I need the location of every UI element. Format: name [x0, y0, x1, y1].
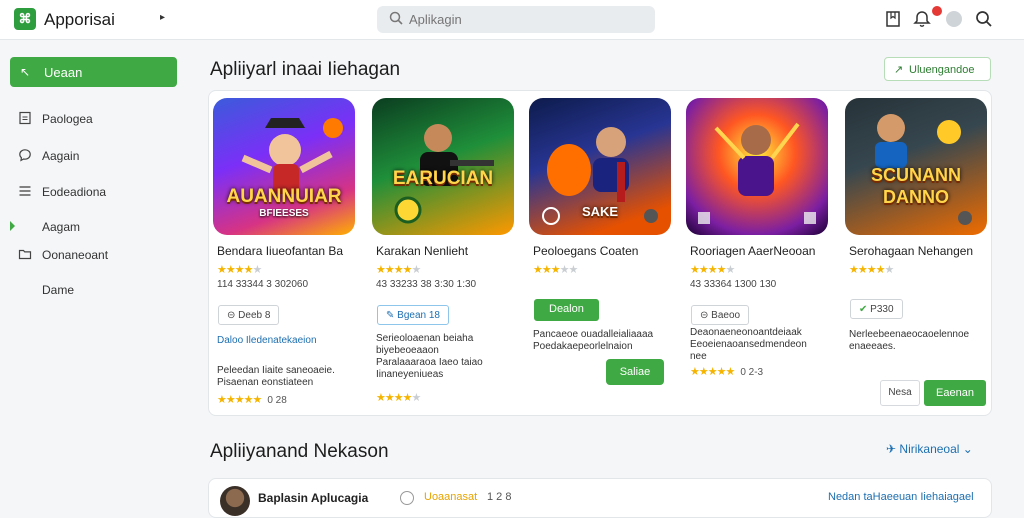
- search-icon: [389, 11, 403, 25]
- sidebar-primary-button[interactable]: ↖ Ueaan: [10, 57, 177, 87]
- sidebar-item-eodeadiona[interactable]: Eodeadiona: [0, 178, 190, 206]
- app-icon-image[interactable]: EARUCIAN: [372, 98, 514, 235]
- rating-stars: ★★★★★: [690, 264, 735, 276]
- bottom-rating-text: 0 2-3: [740, 367, 764, 378]
- app-description: Pancaeoe ouadalleialiaaaa Poedakaepeorle…: [533, 329, 654, 352]
- app-meta: 43 33233 38 3:30 1:30: [376, 279, 477, 290]
- back-arrow-icon: ↖: [20, 65, 31, 79]
- sidebar-item-label: Aagain: [42, 149, 80, 163]
- app-tag-chip[interactable]: ⊝ Baeoo: [691, 305, 750, 325]
- app-description: Serieoloaenan beiaha biyebeoeaaon Parala…: [376, 333, 483, 380]
- chip-label: P330: [870, 304, 894, 315]
- search-icon[interactable]: [974, 9, 994, 29]
- row-app-name[interactable]: Baplasin Aplucagia: [258, 491, 368, 505]
- user-avatar[interactable]: [946, 11, 962, 27]
- sidebar-primary-label: Ueaan: [44, 65, 83, 80]
- app-description: Deaonaeneonoantdeiaak Eeoeienaoansedmend…: [690, 327, 807, 362]
- app-description: Peleedan Iiaite saneoaeie. Pisaenan eons…: [217, 365, 335, 388]
- app-tag-chip[interactable]: ✎ Bgean 18: [377, 305, 449, 325]
- previous-button[interactable]: Nesa: [880, 380, 920, 406]
- app-action-button[interactable]: Dealon: [534, 299, 599, 321]
- folder-icon: [18, 249, 32, 260]
- rating-stars: ★★★★★: [533, 264, 578, 276]
- app-icon-image[interactable]: AUANNUIAR BFIEESES: [213, 98, 355, 235]
- sidebar-item-label: Oonaneoant: [42, 248, 109, 262]
- sidebar-item-label: Aagam: [42, 220, 81, 234]
- rating-stars: ★★★★★: [217, 264, 262, 276]
- notification-badge: [932, 6, 942, 16]
- app-icon-image[interactable]: SAKE: [529, 98, 671, 235]
- search-input[interactable]: [409, 10, 639, 29]
- list-icon: [19, 186, 31, 196]
- app-name[interactable]: Bendara Iiueofantan Ba: [217, 244, 343, 258]
- document-icon: [19, 111, 31, 125]
- app-list-row[interactable]: Baplasin Aplucagia Uoaanasat 1 2 8 Nedan…: [208, 478, 992, 518]
- install-button[interactable]: Saliae: [606, 359, 664, 385]
- sidebar-item-label: Dame: [42, 283, 75, 297]
- sort-dropdown[interactable]: ✈ Nirikaneoal ⌄: [886, 442, 973, 456]
- sidebar-item-oonaneoant[interactable]: Oonaneoant: [0, 241, 190, 269]
- row-status: Uoaanasat: [424, 491, 478, 503]
- sidebar-item-label: Paologea: [42, 112, 93, 126]
- app-tag-chip[interactable]: ⊝ Deeb 8: [218, 305, 280, 325]
- rating-stars: ★★★★★: [849, 264, 894, 276]
- app-art-title: EARUCIAN: [392, 168, 494, 189]
- sidebar-item-paologea[interactable]: Paologea: [0, 105, 190, 133]
- hero-illustration-icon: [394, 124, 494, 224]
- chip-label: Baeoo: [711, 310, 741, 321]
- app-art-title: SAKE: [581, 204, 619, 219]
- chat-bubble-icon: [19, 149, 31, 162]
- section-title: Apliiyanand Nekason: [210, 441, 389, 462]
- hero-illustration-icon: [698, 122, 816, 224]
- app-name[interactable]: Serohagaan Nehangen: [849, 244, 973, 258]
- bottom-rating-stars: ★★★★★ 0 28: [217, 394, 287, 406]
- app-art-subtitle: BFIEESES: [259, 208, 309, 219]
- view-all-label: Uluengandoe: [909, 64, 975, 76]
- app-icon-image[interactable]: [686, 98, 828, 235]
- bookmark-icon[interactable]: [884, 9, 904, 29]
- app-description: Nerleebeenaeocaoelennoe enaeeaes.: [849, 329, 970, 352]
- sidebar-item-label: Eodeadiona: [42, 185, 107, 199]
- notification-bell-icon[interactable]: [912, 9, 932, 29]
- top-bar: ⌘ Apporisai ▸: [0, 0, 1024, 40]
- view-all-button[interactable]: ↗ Uluengandoe: [884, 57, 991, 81]
- sidebar-item-aagam[interactable]: Aagam: [0, 213, 190, 241]
- active-indicator-icon: [10, 221, 15, 231]
- arrow-up-right-icon: ↗: [894, 64, 904, 76]
- app-link[interactable]: Daloo Iledenatekaeion: [217, 335, 317, 346]
- app-art-title: AUANNUIAR: [226, 186, 342, 207]
- rating-stars: ★★★★★: [376, 264, 421, 276]
- sidebar-item-dame[interactable]: Dame: [0, 276, 190, 304]
- app-name[interactable]: Peoloegans Coaten: [533, 244, 638, 258]
- next-button[interactable]: Eaenan: [924, 380, 986, 406]
- app-meta: 43 33364 1300 130: [690, 279, 777, 290]
- bottom-rating-text: 0 28: [267, 395, 287, 406]
- chip-label: Deeb 8: [238, 310, 271, 321]
- bottom-rating-stars: ★★★★★ 0 2-3: [690, 366, 764, 378]
- chevron-down-icon: ⌄: [962, 442, 973, 456]
- featured-apps-panel: AUANNUIAR BFIEESES Bendara Iiueofantan B…: [208, 90, 992, 416]
- chip-label: Bgean 18: [397, 310, 440, 321]
- app-title: Apporisai: [44, 10, 115, 29]
- app-logo-icon[interactable]: ⌘: [14, 8, 36, 30]
- clock-icon: [400, 491, 414, 505]
- dropdown-label: Nirikaneoal: [899, 442, 960, 456]
- section-title: Apliiyarl inaai Iiehagan: [210, 59, 401, 80]
- sidebar-item-aagain[interactable]: Aagain: [0, 142, 190, 170]
- pin-icon: ✈: [886, 442, 897, 456]
- app-name[interactable]: Karakan Nenlieht: [376, 244, 468, 258]
- row-count: 1 2 8: [487, 491, 512, 503]
- app-name[interactable]: Rooriagen AaerNeooan: [690, 244, 815, 258]
- app-icon-image[interactable]: SCUNANN DANNO: [845, 98, 987, 235]
- sidebar: ↖ Ueaan Paologea Aagain Eodeadiona Aagam…: [0, 41, 190, 512]
- search-bar[interactable]: [377, 6, 655, 33]
- bottom-rating-stars: ★★★★★: [376, 392, 421, 404]
- app-art-title: SCUNANN DANNO: [871, 165, 961, 207]
- caret-icon[interactable]: ▸: [160, 12, 165, 23]
- app-meta: 114 33344 3 302060: [217, 279, 309, 290]
- row-link[interactable]: Nedan taHaeeuan Iiehaiagael: [828, 491, 974, 503]
- check-icon: ✔: [859, 304, 868, 315]
- app-tag-chip[interactable]: ✔ P330: [850, 299, 903, 319]
